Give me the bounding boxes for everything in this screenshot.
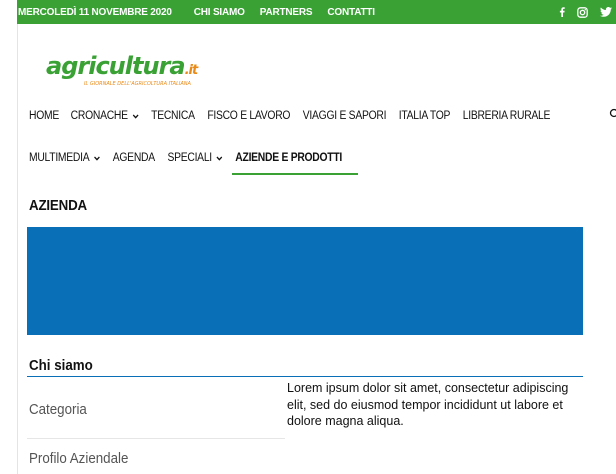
secondary-nav: MULTIMEDIA AGENDA SPECIALI AZIENDE E PRO…	[29, 150, 355, 166]
current-date: MERCOLEDÌ 11 NOVEMBRE 2020	[18, 6, 172, 18]
nav-item-agenda[interactable]: AGENDA	[113, 152, 155, 164]
svg-text:agricultura.it: agricultura.it	[46, 52, 199, 80]
nav-item-speciali[interactable]: SPECIALI	[167, 152, 223, 164]
topbar-link-chi-siamo[interactable]: CHI SIAMO	[194, 7, 245, 18]
nav-item-multimedia[interactable]: MULTIMEDIA	[29, 152, 100, 164]
chevron-down-icon	[132, 110, 139, 122]
twitter-icon[interactable]	[600, 7, 612, 17]
company-banner	[27, 227, 583, 335]
nav-item-label: SPECIALI	[167, 152, 212, 164]
chevron-down-icon	[216, 152, 223, 164]
nav-item-italia-top[interactable]: ITALIA TOP	[399, 110, 451, 122]
nav-item-label: MULTIMEDIA	[29, 152, 90, 164]
social-links	[547, 0, 616, 24]
search-icon[interactable]	[609, 108, 616, 122]
nav-item-aziende-e-prodotti[interactable]: AZIENDE E PRODOTTI	[235, 152, 342, 164]
field-profilo-aziendale: Profilo Aziendale	[29, 451, 129, 467]
active-nav-indicator	[232, 173, 358, 175]
section-title: Chi siamo	[29, 358, 93, 374]
site-logo[interactable]: agricultura.it IL GIORNALE DELL'AGRICOLT…	[46, 52, 236, 90]
topbar-link-contatti[interactable]: CONTATTI	[327, 7, 375, 18]
svg-text:IL GIORNALE DELL'AGRICOLTURA I: IL GIORNALE DELL'AGRICOLTURA ITALIANA	[84, 81, 191, 87]
chevron-down-icon	[94, 152, 100, 164]
nav-item-home[interactable]: HOME	[29, 110, 59, 122]
page-title: AZIENDA	[29, 198, 88, 214]
company-description: Lorem ipsum dolor sit amet, consectetur …	[287, 381, 569, 428]
nav-item-label: CRONACHE	[70, 110, 128, 122]
instagram-icon[interactable]	[577, 6, 588, 18]
page-border	[17, 24, 18, 474]
section-divider	[27, 376, 583, 377]
top-bar: MERCOLEDÌ 11 NOVEMBRE 2020 CHI SIAMO PAR…	[17, 0, 616, 24]
nav-item-viaggi-e-sapori[interactable]: VIAGGI E SAPORI	[303, 110, 387, 122]
field-categoria: Categoria	[29, 402, 87, 418]
nav-item-tecnica[interactable]: TECNICA	[151, 110, 195, 122]
field-divider	[27, 438, 285, 439]
facebook-icon[interactable]	[559, 7, 565, 17]
nav-item-libreria-rurale[interactable]: LIBRERIA RURALE	[463, 110, 551, 122]
topbar-link-partners[interactable]: PARTNERS	[260, 7, 313, 18]
main-nav: HOME CRONACHE TECNICA FISCO E LAVORO VIA…	[29, 108, 563, 124]
nav-item-fisco-e-lavoro[interactable]: FISCO E LAVORO	[207, 110, 290, 122]
nav-item-cronache[interactable]: CRONACHE	[71, 110, 139, 122]
